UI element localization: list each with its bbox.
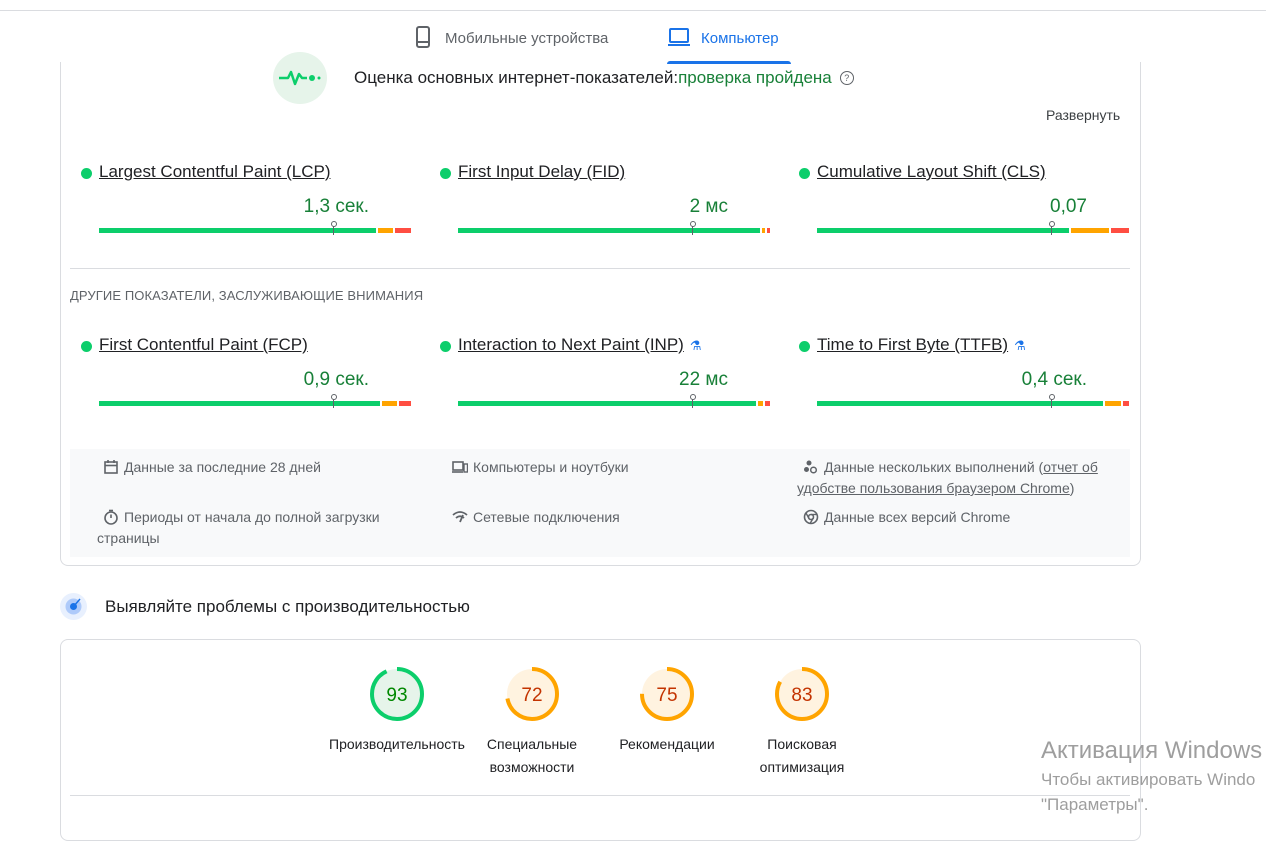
status-dot bbox=[440, 341, 451, 352]
status-dot bbox=[440, 168, 451, 179]
runs-icon bbox=[804, 460, 818, 474]
cwv-status: проверка пройдена bbox=[678, 68, 832, 87]
score-label: Поисковая оптимизация bbox=[759, 736, 845, 775]
metric-fid-name[interactable]: First Input Delay (FID) bbox=[458, 162, 625, 182]
score-label: Рекомендации bbox=[619, 736, 715, 752]
cwv-badge bbox=[273, 52, 327, 104]
metric-lcp: Largest Contentful Paint (LCP) 1,3 сек. bbox=[81, 162, 411, 242]
lighthouse-icon bbox=[60, 593, 87, 620]
metric-ttfb: Time to First Byte (TTFB) ⚗ 0,4 сек. bbox=[799, 335, 1129, 415]
score-gauge[interactable]: 83 Поисковая оптимизация bbox=[732, 666, 872, 779]
info-runs: Данные нескольких выполнений (отчет об у… bbox=[797, 459, 1098, 496]
score-value: 93 bbox=[386, 685, 407, 706]
devices-icon bbox=[452, 461, 468, 473]
score-label: Производительность bbox=[329, 736, 465, 752]
help-icon[interactable]: ? bbox=[839, 71, 854, 85]
info-network: Сетевые подключения bbox=[452, 507, 620, 528]
status-dot bbox=[799, 168, 810, 179]
metric-fcp-name[interactable]: First Contentful Paint (FCP) bbox=[99, 335, 308, 355]
score-ring: 75 bbox=[640, 667, 694, 721]
cwv-assessment-title: Оценка основных интернет-показателей:про… bbox=[354, 68, 854, 88]
score-gauge[interactable]: 75 Рекомендации bbox=[597, 666, 737, 756]
score-label: Специальные возможности bbox=[486, 736, 578, 775]
metric-inp-distribution-bar bbox=[458, 394, 770, 408]
metric-cls-value: 0,07 bbox=[1050, 196, 1087, 217]
metric-cls-name[interactable]: Cumulative Layout Shift (CLS) bbox=[817, 162, 1046, 182]
status-dot bbox=[81, 341, 92, 352]
score-value: 83 bbox=[791, 685, 812, 706]
tab-desktop-label: Компьютер bbox=[701, 30, 779, 47]
watermark-line3: "Параметры". bbox=[1041, 795, 1149, 814]
phone-icon bbox=[416, 26, 430, 48]
info-chrome: Данные всех версий Chrome bbox=[803, 507, 1010, 528]
tab-mobile[interactable]: Мобильные устройства bbox=[411, 22, 608, 62]
metric-fid-distribution-bar bbox=[458, 221, 770, 235]
calendar-icon bbox=[104, 460, 118, 474]
metric-ttfb-value: 0,4 сек. bbox=[1021, 369, 1087, 390]
section-divider bbox=[70, 268, 1130, 269]
info-period: Данные за последние 28 дней bbox=[103, 457, 321, 478]
pulse-icon bbox=[279, 70, 321, 86]
status-dot bbox=[799, 341, 810, 352]
flask-icon: ⚗ bbox=[1014, 338, 1026, 353]
info-devices: Компьютеры и ноутбуки bbox=[452, 457, 629, 478]
watermark-line1: Активация Windows bbox=[1041, 737, 1263, 764]
metric-cls-distribution-bar bbox=[817, 221, 1129, 235]
score-gauge[interactable]: 93 Производительность bbox=[327, 666, 467, 756]
metric-fid: First Input Delay (FID) 2 мс bbox=[440, 162, 770, 242]
device-tabs: Мобильные устройства Компьютер bbox=[0, 22, 1266, 64]
metric-fcp-distribution-bar bbox=[99, 394, 411, 408]
scores-divider bbox=[70, 795, 1130, 796]
cwv-title-text: Оценка основных интернет-показателей: bbox=[354, 68, 679, 87]
metric-inp-name[interactable]: Interaction to Next Paint (INP) ⚗ bbox=[458, 335, 701, 355]
tab-mobile-label: Мобильные устройства bbox=[445, 30, 609, 47]
metric-lcp-name[interactable]: Largest Contentful Paint (LCP) bbox=[99, 162, 331, 182]
timer-icon bbox=[104, 509, 118, 525]
score-gauge[interactable]: 72 Специальные возможности bbox=[462, 666, 602, 779]
metric-lcp-distribution-bar bbox=[99, 221, 411, 235]
score-value: 75 bbox=[656, 685, 677, 706]
metric-fid-value: 2 мс bbox=[689, 196, 728, 217]
status-dot bbox=[81, 168, 92, 179]
metric-ttfb-distribution-bar bbox=[817, 394, 1129, 408]
chrome-icon bbox=[803, 509, 819, 525]
info-load: Периоды от начала до полной загрузки стр… bbox=[97, 509, 380, 546]
other-metrics-title: ДРУГИЕ ПОКАЗАТЕЛИ, ЗАСЛУЖИВАЮЩИЕ ВНИМАНИ… bbox=[70, 288, 424, 303]
metric-cls: Cumulative Layout Shift (CLS) 0,07 bbox=[799, 162, 1129, 242]
metric-ttfb-name[interactable]: Time to First Byte (TTFB) ⚗ bbox=[817, 335, 1026, 355]
metric-lcp-value: 1,3 сек. bbox=[303, 196, 369, 217]
watermark-line2: Чтобы активировать Windo bbox=[1041, 770, 1256, 789]
laptop-icon bbox=[668, 28, 690, 46]
metric-inp: Interaction to Next Paint (INP) ⚗ 22 мс bbox=[440, 335, 770, 415]
score-ring: 93 bbox=[370, 667, 424, 721]
diagnose-title: Выявляйте проблемы с производительностью bbox=[105, 597, 470, 616]
metric-fcp-value: 0,9 сек. bbox=[303, 369, 369, 390]
top-divider bbox=[0, 10, 1266, 11]
score-ring: 72 bbox=[505, 667, 559, 721]
score-ring: 83 bbox=[775, 667, 829, 721]
flask-icon: ⚗ bbox=[689, 338, 702, 353]
tab-desktop[interactable]: Компьютер bbox=[667, 22, 791, 64]
metric-fcp: First Contentful Paint (FCP) 0,9 сек. bbox=[81, 335, 411, 415]
network-icon bbox=[452, 511, 468, 523]
windows-activation-watermark: Активация Windows Чтобы активировать Win… bbox=[1041, 735, 1262, 817]
metric-inp-value: 22 мс bbox=[679, 369, 728, 390]
expand-button[interactable]: Развернуть bbox=[1046, 107, 1120, 123]
score-value: 72 bbox=[521, 685, 542, 706]
